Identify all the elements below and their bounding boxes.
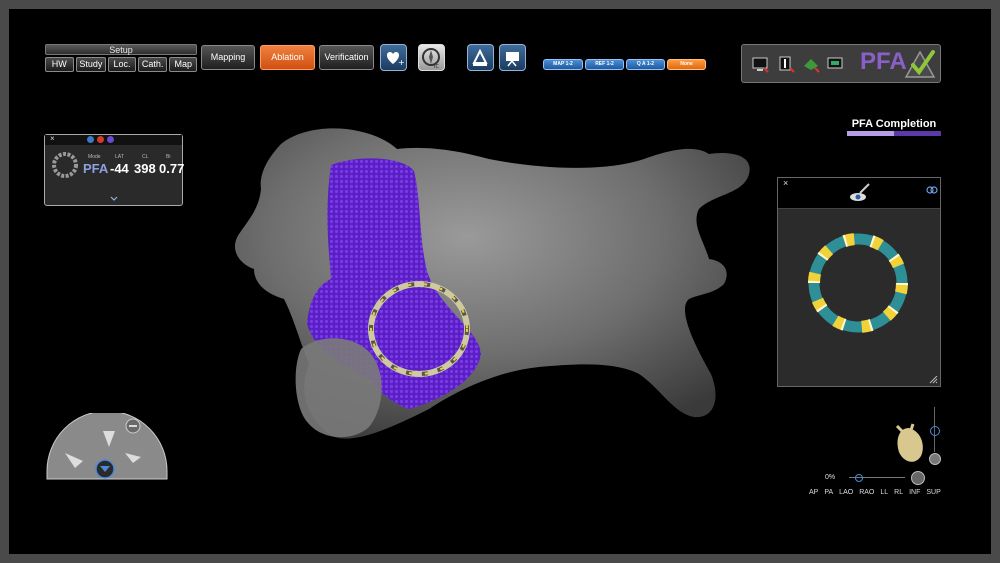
resize-icon[interactable] bbox=[928, 376, 938, 384]
vertical-slider-knob[interactable] bbox=[930, 426, 940, 436]
rotation-control[interactable] bbox=[45, 413, 169, 481]
eye-wand-icon[interactable] bbox=[848, 181, 872, 205]
zoom-percent: 0% bbox=[825, 474, 836, 481]
reset-view-icon[interactable] bbox=[929, 453, 941, 465]
view-pa[interactable]: PA bbox=[824, 489, 833, 496]
catheter-electrode-ring bbox=[808, 233, 908, 333]
panel-header: × bbox=[778, 178, 940, 209]
view-rl[interactable]: RL bbox=[894, 489, 903, 496]
mapping-viewport: Setup HW Study Loc. Cath. Map Mapping Ab… bbox=[9, 9, 991, 554]
view-sup[interactable]: SUP bbox=[926, 489, 940, 496]
zoom-reset-icon[interactable] bbox=[911, 471, 925, 485]
close-icon[interactable]: × bbox=[783, 178, 788, 188]
view-inf[interactable]: INF bbox=[909, 489, 920, 496]
view-ap[interactable]: AP bbox=[809, 489, 818, 496]
zoom-slider-knob[interactable] bbox=[855, 474, 863, 482]
link-icon[interactable] bbox=[926, 186, 938, 194]
heart-orientation-icon[interactable] bbox=[889, 422, 929, 470]
view-ll[interactable]: LL bbox=[880, 489, 888, 496]
catheter-view-panel: × bbox=[777, 177, 941, 387]
view-presets: AP PA LAO RAO LL RL INF SUP bbox=[809, 489, 941, 496]
view-rao[interactable]: RAO bbox=[859, 489, 874, 496]
pulmonary-vein-ostium bbox=[295, 338, 382, 438]
view-lao[interactable]: LAO bbox=[839, 489, 853, 496]
